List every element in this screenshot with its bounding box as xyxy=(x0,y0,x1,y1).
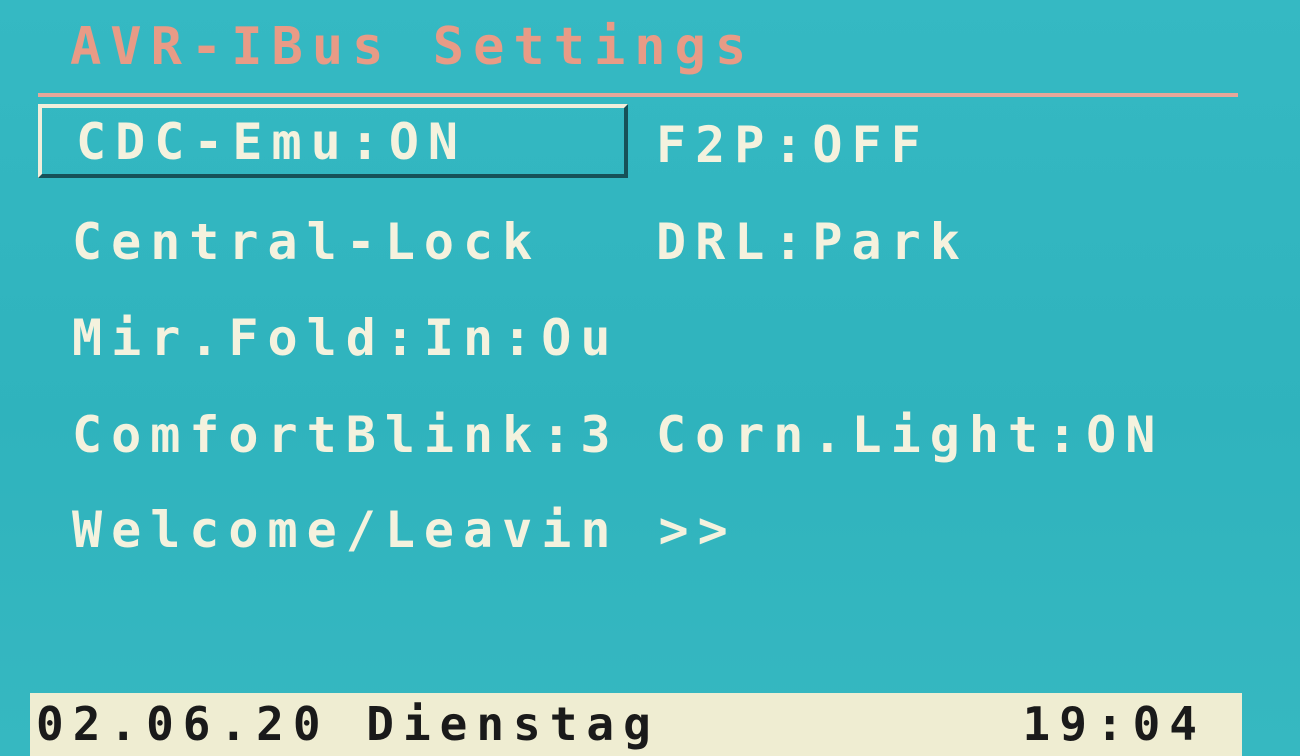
menu-item-mirror-fold[interactable]: Mir.Fold:In:Ou xyxy=(72,303,619,373)
status-bar: 02.06.20 Dienstag 19:04 xyxy=(30,693,1242,756)
menu-item-corner-light[interactable]: Corn.Light:ON xyxy=(656,400,1164,470)
status-time: 19:04 xyxy=(1022,697,1206,751)
menu-item-f2p[interactable]: F2P:OFF xyxy=(656,110,930,180)
settings-screen: AVR-IBus Settings CDC-Emu:ON F2P:OFF Cen… xyxy=(0,0,1300,756)
menu-item-central-lock[interactable]: Central-Lock xyxy=(72,207,541,277)
menu-item-drl[interactable]: DRL:Park xyxy=(656,207,969,277)
page-title: AVR-IBus Settings xyxy=(70,17,756,77)
menu-item-cdc-emu-selected[interactable]: CDC-Emu:ON xyxy=(38,104,628,178)
menu-item-comfort-blink[interactable]: ComfortBlink:3 xyxy=(72,400,619,470)
menu-item-welcome-leaving[interactable]: Welcome/Leavin >> xyxy=(72,495,737,565)
title-divider xyxy=(38,93,1238,97)
status-date: 02.06.20 Dienstag xyxy=(36,697,660,751)
